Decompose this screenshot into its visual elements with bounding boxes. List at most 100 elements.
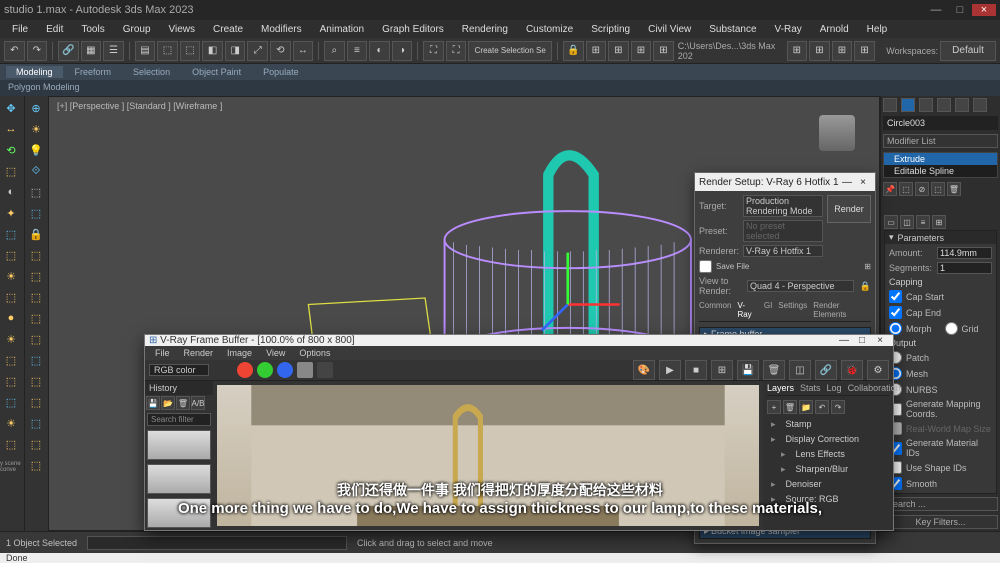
- misc6-icon[interactable]: ⬚: [25, 245, 47, 265]
- menu-rendering[interactable]: Rendering: [454, 22, 516, 37]
- space-icon[interactable]: ⬚: [25, 203, 47, 223]
- hist-save[interactable]: 💾: [146, 396, 160, 410]
- menu-create[interactable]: Create: [205, 22, 251, 37]
- redo-button[interactable]: ↷: [27, 41, 48, 61]
- ribbon-tab-selection[interactable]: Selection: [123, 66, 180, 78]
- layer-sharpen-blur[interactable]: Sharpen/Blur: [767, 463, 889, 476]
- layer-del[interactable]: 🗑: [783, 400, 797, 414]
- named-sel-button[interactable]: ⛶: [423, 41, 444, 61]
- amount-spinner[interactable]: 114.9mm: [937, 247, 992, 259]
- vfb-min[interactable]: —: [835, 335, 853, 346]
- object-name-field[interactable]: Circle003: [883, 116, 998, 130]
- rtab-gi[interactable]: GI: [764, 301, 772, 319]
- ribbon-tab-objectpaint[interactable]: Object Paint: [182, 66, 251, 78]
- vfb-preview[interactable]: [213, 381, 763, 530]
- rotate-button[interactable]: ⤢: [247, 41, 268, 61]
- misc9-icon[interactable]: ⬚: [25, 308, 47, 328]
- mirror-button[interactable]: ⛶: [446, 41, 467, 61]
- menu-file[interactable]: File: [4, 22, 36, 37]
- layer-add[interactable]: +: [767, 400, 781, 414]
- vfb-menu-options[interactable]: Options: [293, 346, 336, 360]
- unlink-button[interactable]: ▦: [81, 41, 102, 61]
- vfb-region-button[interactable]: ⊞: [711, 360, 733, 380]
- hierarchy-tab-icon[interactable]: [919, 98, 933, 112]
- vfb-menu-image[interactable]: Image: [221, 346, 258, 360]
- motion-tab-icon[interactable]: [937, 98, 951, 112]
- hist-load[interactable]: 📂: [161, 396, 175, 410]
- cap-start-check[interactable]: [889, 290, 902, 303]
- layer-redo[interactable]: ↷: [831, 400, 845, 414]
- workspace-dropdown[interactable]: Default: [940, 41, 996, 61]
- create-selection-set-dropdown[interactable]: Create Selection Se: [468, 41, 552, 61]
- misc2-icon[interactable]: ⬚: [0, 371, 22, 391]
- history-thumb-1[interactable]: [147, 430, 211, 460]
- transform-icon[interactable]: ↔: [0, 119, 22, 139]
- modifier-extrude[interactable]: Extrude: [884, 153, 997, 165]
- render-last-button[interactable]: ⊞: [832, 41, 853, 61]
- show-result-button[interactable]: ⬚: [899, 182, 913, 196]
- maximize-button[interactable]: □: [948, 4, 972, 16]
- helper-icon[interactable]: ⬚: [25, 182, 47, 202]
- rs-close-button[interactable]: ×: [855, 177, 871, 188]
- menu-tools[interactable]: Tools: [73, 22, 112, 37]
- ribbon-tab-modeling[interactable]: Modeling: [6, 66, 63, 78]
- menu-substance[interactable]: Substance: [701, 22, 764, 37]
- menu-grapheditors[interactable]: Graph Editors: [374, 22, 452, 37]
- vfb-a-button[interactable]: [297, 362, 313, 378]
- align-button[interactable]: 🔒: [563, 41, 584, 61]
- menu-animation[interactable]: Animation: [312, 22, 372, 37]
- bulb-icon[interactable]: 💡: [25, 140, 47, 160]
- ribbon-tab-freeform[interactable]: Freeform: [65, 66, 122, 78]
- modifier-list-dropdown[interactable]: Modifier List: [883, 134, 998, 148]
- modifier-stack[interactable]: Extrude Editable Spline: [883, 152, 998, 178]
- vfb-menu-file[interactable]: File: [149, 346, 176, 360]
- menu-edit[interactable]: Edit: [38, 22, 71, 37]
- hist-del[interactable]: 🗑: [176, 396, 190, 410]
- view-icon-3[interactable]: ≡: [916, 215, 930, 229]
- lock-icon[interactable]: 🔒: [25, 224, 47, 244]
- search-field[interactable]: Search ...: [883, 497, 998, 511]
- vfb-close[interactable]: ×: [871, 335, 889, 346]
- view-icon-2[interactable]: ◫: [900, 215, 914, 229]
- cap-end-check[interactable]: [889, 306, 902, 319]
- modifier-editable-spline[interactable]: Editable Spline: [884, 165, 997, 177]
- render-button-dialog[interactable]: Render: [827, 195, 871, 223]
- render-button[interactable]: ⊞: [809, 41, 830, 61]
- select-rect-button[interactable]: ⬚: [157, 41, 178, 61]
- move-button[interactable]: ◨: [225, 41, 246, 61]
- menu-scripting[interactable]: Scripting: [583, 22, 638, 37]
- vfb-clear-button[interactable]: 🗑: [763, 360, 785, 380]
- light-icon[interactable]: ☀: [0, 266, 22, 286]
- history-thumb-3[interactable]: [147, 498, 211, 528]
- vfb-stop-button[interactable]: ■: [685, 360, 707, 380]
- rs-min-button[interactable]: —: [839, 177, 855, 188]
- box-icon[interactable]: ⬚: [0, 224, 22, 244]
- render-setup-button[interactable]: ⊞: [787, 41, 808, 61]
- menu-arnold[interactable]: Arnold: [812, 22, 857, 37]
- misc13-icon[interactable]: ⬚: [25, 392, 47, 412]
- config-button[interactable]: 🗑: [947, 182, 961, 196]
- vfb-tab-log[interactable]: Log: [827, 383, 842, 393]
- select-window-button[interactable]: ⬚: [180, 41, 201, 61]
- camera-icon[interactable]: ⟐: [25, 161, 47, 181]
- vfb-debug-button[interactable]: 🐞: [841, 360, 863, 380]
- vfb-button[interactable]: ⊞: [854, 41, 875, 61]
- layer-stamp[interactable]: Stamp: [767, 418, 889, 431]
- sun2-icon[interactable]: ☀: [0, 329, 22, 349]
- shape-icon[interactable]: ⬚: [0, 245, 22, 265]
- layer-lens-effects[interactable]: Lens Effects: [767, 448, 889, 461]
- layer-undo[interactable]: ↶: [815, 400, 829, 414]
- vfb-max[interactable]: □: [853, 335, 871, 346]
- view-icon-4[interactable]: ⊞: [932, 215, 946, 229]
- pin-stack-button[interactable]: 📌: [883, 182, 897, 196]
- vfb-tab-collab[interactable]: Collaboration: [848, 383, 901, 393]
- link-button[interactable]: 🔗: [58, 41, 79, 61]
- rtab-vray[interactable]: V-Ray: [737, 301, 757, 319]
- remove-mod-button[interactable]: ⬚: [931, 182, 945, 196]
- layer-display-correction[interactable]: Display Correction: [767, 433, 889, 446]
- geom-icon[interactable]: ⬚: [0, 287, 22, 307]
- select-button[interactable]: ▤: [135, 41, 156, 61]
- vfb-tab-layers[interactable]: Layers: [767, 383, 794, 393]
- layer-fold[interactable]: 📁: [799, 400, 813, 414]
- misc7-icon[interactable]: ⬚: [25, 266, 47, 286]
